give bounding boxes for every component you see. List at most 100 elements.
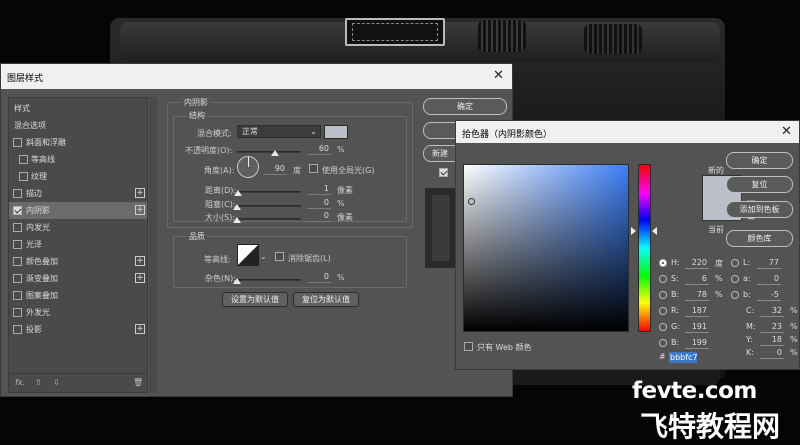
reset-default-button[interactable]: 复位为默认值	[293, 292, 359, 307]
style-checkbox[interactable]	[13, 291, 22, 300]
style-checkbox[interactable]	[13, 257, 22, 266]
style-list-item[interactable]: 描边 +	[9, 185, 147, 202]
style-list-item[interactable]: 斜面和浮雕	[9, 134, 147, 151]
style-list-item[interactable]: 内阴影 +	[9, 202, 147, 219]
preview-checkbox[interactable]	[439, 168, 448, 177]
size-slider[interactable]	[237, 218, 301, 220]
color-field-input[interactable]: 187	[685, 305, 709, 317]
hex-input[interactable]: bbbfc7	[669, 352, 698, 363]
plus-icon[interactable]: +	[135, 205, 145, 215]
picker-reset-button[interactable]: 复位	[726, 176, 793, 193]
style-checkbox[interactable]	[13, 189, 22, 198]
close-icon[interactable]: ✕	[493, 68, 504, 83]
noise-input[interactable]: 0	[307, 271, 331, 283]
angle-dial[interactable]	[237, 156, 259, 178]
style-checkbox[interactable]	[13, 223, 22, 232]
choke-slider[interactable]	[237, 205, 301, 207]
style-list-item[interactable]: 投影 +	[9, 321, 147, 338]
antialias-checkbox[interactable]	[275, 252, 284, 261]
move-down-icon[interactable]: ⇩	[53, 378, 60, 387]
style-list-item[interactable]: 渐变叠加 +	[9, 270, 147, 287]
color-mode-radio[interactable]	[659, 259, 667, 267]
picker-ok-button[interactable]: 确定	[726, 152, 793, 169]
style-list-item[interactable]: 样式	[9, 100, 147, 117]
color-field-input[interactable]: 220	[685, 257, 709, 269]
color-field-label: B:	[671, 290, 680, 299]
size-input[interactable]: 0	[307, 210, 331, 222]
style-list-item[interactable]: 光泽	[9, 236, 147, 253]
plus-icon[interactable]: +	[135, 188, 145, 198]
color-field-input[interactable]: 0	[757, 273, 781, 285]
color-field-marker[interactable]	[468, 198, 475, 205]
opacity-slider[interactable]	[237, 151, 301, 153]
color-mode-radio[interactable]	[731, 275, 739, 283]
style-checkbox[interactable]	[13, 138, 22, 147]
ok-button[interactable]: 确定	[423, 98, 507, 115]
color-mode-radio[interactable]	[659, 339, 667, 347]
saturation-brightness-field[interactable]	[463, 164, 629, 332]
style-checkbox[interactable]	[19, 155, 28, 164]
contour-preview[interactable]	[237, 244, 259, 266]
color-field-input[interactable]: 199	[685, 337, 709, 349]
color-field-input[interactable]: 191	[685, 321, 709, 333]
style-list-item[interactable]: 内发光	[9, 219, 147, 236]
hue-arrow-left[interactable]	[631, 227, 636, 235]
color-mode-radio[interactable]	[659, 275, 667, 283]
color-field-input[interactable]: 78	[685, 289, 709, 301]
choke-slider-thumb[interactable]	[233, 204, 241, 210]
color-mode-radio[interactable]	[659, 307, 667, 315]
color-mode-radio[interactable]	[659, 323, 667, 331]
color-field-input[interactable]: 32	[760, 305, 784, 317]
distance-slider[interactable]	[237, 191, 301, 193]
shadow-color-swatch[interactable]	[324, 125, 348, 139]
choke-input[interactable]: 0	[307, 197, 331, 209]
style-list-item[interactable]: 图案叠加	[9, 287, 147, 304]
add-to-swatches-button[interactable]: 添加到色板	[726, 201, 793, 218]
color-field-input[interactable]: 77	[757, 257, 781, 269]
style-list-item[interactable]: 外发光	[9, 304, 147, 321]
noise-slider-thumb[interactable]	[233, 278, 241, 284]
angle-input[interactable]: 90	[263, 163, 287, 175]
distance-input[interactable]: 1	[307, 183, 331, 195]
style-list-scrollbar[interactable]	[149, 97, 157, 393]
color-field-input[interactable]: 6	[685, 273, 709, 285]
plus-icon[interactable]: +	[135, 324, 145, 334]
color-field-input[interactable]: 18	[760, 334, 784, 346]
style-list-item[interactable]: 等高线	[9, 151, 147, 168]
set-default-button[interactable]: 设置为默认值	[222, 292, 288, 307]
plus-icon[interactable]: +	[135, 256, 145, 266]
web-only-checkbox[interactable]	[464, 342, 473, 351]
style-checkbox[interactable]	[13, 308, 22, 317]
opacity-slider-thumb[interactable]	[271, 150, 280, 156]
hue-slider[interactable]	[638, 164, 651, 332]
global-light-checkbox[interactable]	[309, 164, 318, 173]
trash-icon[interactable]: 🗑	[133, 378, 143, 387]
blend-mode-select[interactable]: 正常 ⌄	[237, 125, 321, 138]
style-checkbox[interactable]	[13, 240, 22, 249]
style-checkbox[interactable]	[13, 206, 22, 215]
noise-slider[interactable]	[237, 279, 301, 281]
color-mode-radio[interactable]	[731, 259, 739, 267]
style-checkbox[interactable]	[19, 172, 28, 181]
hue-arrow-right[interactable]	[652, 227, 657, 235]
opacity-input[interactable]: 60	[307, 143, 331, 155]
color-field-input[interactable]: -5	[757, 289, 781, 301]
picker-title: 拾色器（内阴影颜色）	[462, 130, 553, 140]
chevron-down-icon[interactable]: ⌄	[260, 252, 267, 261]
style-list-item[interactable]: 纹理	[9, 168, 147, 185]
style-checkbox[interactable]	[13, 274, 22, 283]
style-list-item[interactable]: 混合选项	[9, 117, 147, 134]
fx-icon[interactable]: fx.	[15, 378, 25, 387]
color-libraries-button[interactable]: 颜色库	[726, 230, 793, 247]
color-field-input[interactable]: 23	[760, 321, 784, 333]
style-checkbox[interactable]	[13, 325, 22, 334]
color-mode-radio[interactable]	[731, 291, 739, 299]
color-field-input[interactable]: 0	[760, 347, 784, 359]
close-icon[interactable]: ✕	[781, 124, 792, 139]
plus-icon[interactable]: +	[135, 273, 145, 283]
distance-slider-thumb[interactable]	[234, 190, 243, 196]
move-up-icon[interactable]: ⇧	[35, 378, 42, 387]
color-mode-radio[interactable]	[659, 291, 667, 299]
style-list-item[interactable]: 颜色叠加 +	[9, 253, 147, 270]
size-slider-thumb[interactable]	[233, 217, 241, 223]
